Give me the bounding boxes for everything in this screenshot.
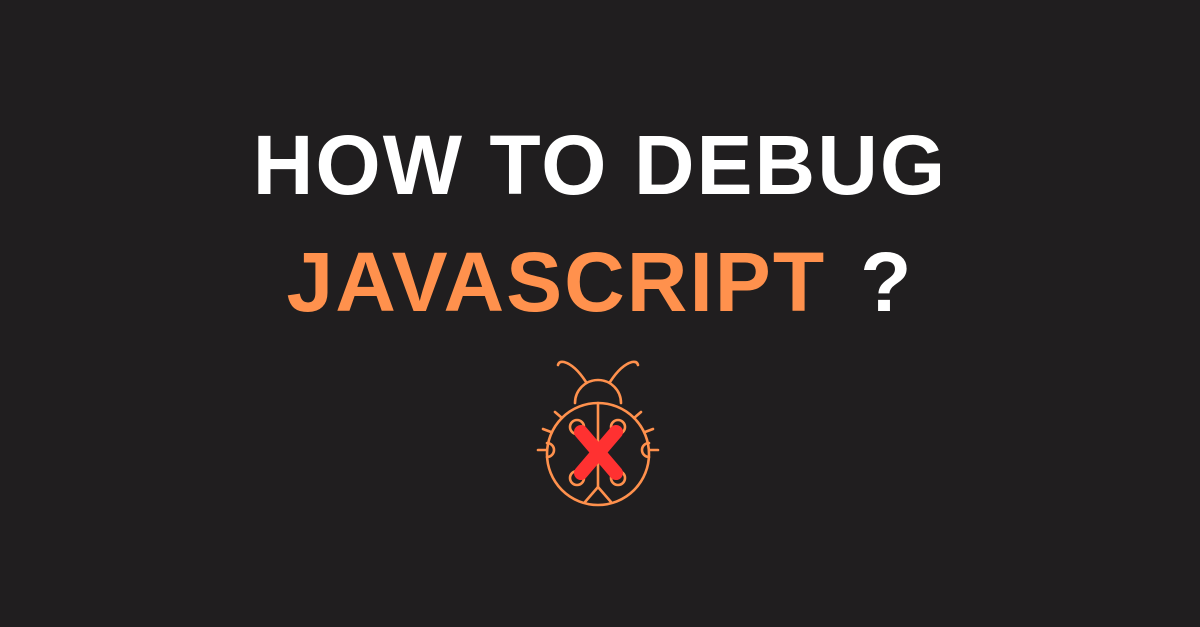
question-mark: ? [860,235,914,329]
headline-line-2: JAVASCRIPT? [0,240,1200,324]
headline-line-1: HOW TO DEBUG [252,118,948,212]
headline-javascript: JAVASCRIPT [286,235,827,329]
bug-with-x-icon [536,360,660,507]
